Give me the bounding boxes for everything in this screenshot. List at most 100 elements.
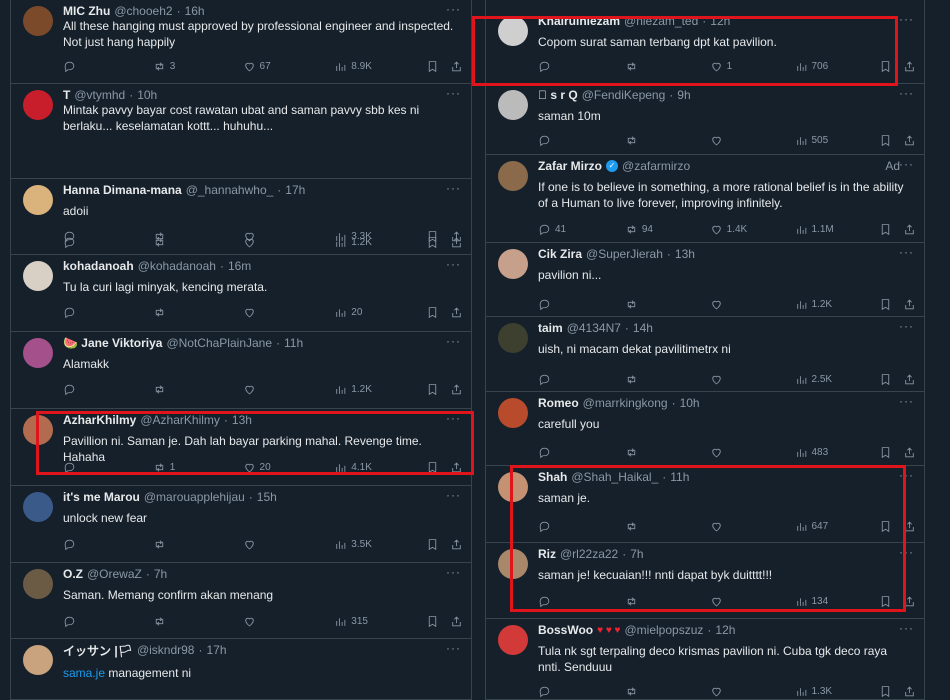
timestamp[interactable]: 13h: [232, 413, 252, 427]
avatar[interactable]: [498, 625, 528, 655]
tweet-right-3[interactable]: Cik Zira @SuperJierah · 13h ··· pavilion ni..…: [486, 243, 924, 317]
avatar[interactable]: [498, 398, 528, 428]
timestamp[interactable]: 10h: [137, 88, 157, 102]
more-options-button[interactable]: ···: [899, 86, 914, 100]
author-name[interactable]: AzharKhilmy: [63, 413, 136, 427]
more-options-button[interactable]: ···: [899, 468, 914, 482]
retweet-button[interactable]: [625, 685, 710, 698]
views-button[interactable]: 20: [334, 306, 426, 319]
reply-button[interactable]: [538, 298, 625, 311]
bookmark-button[interactable]: [426, 538, 450, 551]
author-name[interactable]: Shah: [538, 470, 567, 484]
author-handle[interactable]: @vtymhd: [74, 88, 125, 102]
more-options-button[interactable]: ···: [446, 257, 461, 271]
author-name[interactable]: kohadanoah: [63, 259, 134, 273]
like-button[interactable]: [243, 615, 335, 628]
author-name[interactable]: Zafar Mirzo: [538, 159, 602, 173]
retweet-button[interactable]: [625, 520, 710, 533]
author-name[interactable]: O.Z: [63, 567, 83, 581]
avatar[interactable]: [23, 492, 53, 522]
bookmark-button[interactable]: [879, 134, 903, 147]
share-button[interactable]: [903, 520, 916, 533]
author-handle[interactable]: @rl22za22: [560, 547, 618, 561]
tweet-right-0[interactable]: Khairulniezam @niezam_ted · 12h ··· Copom sur…: [486, 10, 924, 84]
reply-button[interactable]: [63, 383, 153, 396]
tweet-left-0[interactable]: MIC Zhu @chooeh2 · 16h ··· All these hanging …: [11, 0, 471, 84]
views-button[interactable]: 706: [795, 60, 880, 73]
reply-button[interactable]: [538, 446, 625, 459]
tweet-right-1[interactable]:  s r Q @FendiKepeng· 9h ··· saman 10m 505: [486, 84, 924, 155]
author-name[interactable]: Hanna Dimana-mana: [63, 183, 182, 197]
author-name[interactable]: イッサン |🏳: [63, 642, 133, 659]
reply-button[interactable]: [538, 134, 625, 147]
share-button[interactable]: [450, 461, 463, 474]
views-button[interactable]: 134: [795, 595, 880, 608]
timestamp[interactable]: 17h: [285, 183, 305, 197]
views-button[interactable]: 315: [334, 615, 426, 628]
avatar[interactable]: [498, 549, 528, 579]
reply-button[interactable]: 41: [538, 223, 625, 236]
retweet-button[interactable]: [625, 373, 710, 386]
author-name[interactable]: 🍉 Jane Viktoriya: [63, 336, 162, 350]
like-button[interactable]: 1: [710, 60, 795, 73]
like-button[interactable]: [710, 685, 795, 698]
bookmark-button[interactable]: [426, 383, 450, 396]
more-options-button[interactable]: ···: [446, 488, 461, 502]
more-options-button[interactable]: ···: [446, 411, 461, 425]
reply-button[interactable]: [63, 230, 153, 243]
timestamp[interactable]: 13h: [675, 247, 695, 261]
more-options-button[interactable]: ···: [899, 245, 914, 259]
author-handle[interactable]: @marouapplehijau: [144, 490, 245, 504]
like-button[interactable]: [243, 230, 335, 243]
author-handle[interactable]: @AzharKhilmy: [140, 413, 220, 427]
avatar[interactable]: [23, 569, 53, 599]
avatar[interactable]: [23, 645, 53, 675]
tweet-right-5[interactable]: Romeo @marrkingkong · 10h ··· carefull you 483: [486, 392, 924, 466]
tweet-left-6[interactable]: it's me Marou @marouapplehijau · 15h ··· unlo…: [11, 486, 471, 563]
tweet-left-5[interactable]: AzharKhilmy @AzharKhilmy · 13h ··· Pavillion …: [11, 409, 471, 486]
more-options-button[interactable]: ···: [899, 394, 914, 408]
bookmark-button[interactable]: [426, 461, 450, 474]
like-button[interactable]: 1.4K: [710, 223, 795, 236]
timestamp[interactable]: 16h: [185, 4, 205, 18]
like-button[interactable]: 67: [243, 60, 335, 73]
timestamp[interactable]: 7h: [154, 567, 167, 581]
like-button[interactable]: [710, 595, 795, 608]
views-button[interactable]: 483: [795, 446, 880, 459]
author-name[interactable]: Khairulniezam: [538, 14, 620, 28]
like-button[interactable]: [243, 538, 335, 551]
avatar[interactable]: [498, 249, 528, 279]
avatar[interactable]: [498, 161, 528, 191]
author-handle[interactable]: @OrewaZ: [87, 567, 142, 581]
more-options-button[interactable]: ···: [446, 86, 461, 100]
timestamp[interactable]: 11h: [670, 470, 689, 484]
share-button[interactable]: [903, 595, 916, 608]
author-name[interactable]: T: [63, 88, 70, 102]
retweet-button[interactable]: 94: [625, 223, 710, 236]
like-button[interactable]: [243, 306, 335, 319]
more-options-button[interactable]: ···: [446, 334, 461, 348]
bookmark-button[interactable]: [879, 685, 903, 698]
views-button[interactable]: 505: [795, 134, 880, 147]
author-handle[interactable]: @Shah_Haikal_: [571, 470, 658, 484]
views-button[interactable]: 1.3K: [795, 685, 880, 698]
tweet-left-8[interactable]: イッサン |🏳 @iskndr98 · 17h ··· sama.je managemen…: [11, 639, 471, 700]
share-button[interactable]: [903, 60, 916, 73]
tweet-right-4[interactable]: taim @4134N7 · 14h ··· uish, ni macam dekat p…: [486, 317, 924, 392]
bookmark-button[interactable]: [426, 615, 450, 628]
views-button[interactable]: 4.1K: [334, 461, 426, 474]
tweet-left-4[interactable]: 🍉 Jane Viktoriya @NotChaPlainJane · 11h ··· A…: [11, 332, 471, 409]
timestamp[interactable]: 17h: [206, 643, 226, 657]
retweet-button[interactable]: 3: [153, 60, 243, 73]
tweet-left-7[interactable]: O.Z @OrewaZ · 7h ··· Saman. Memang confirm ak…: [11, 563, 471, 639]
avatar[interactable]: [23, 415, 53, 445]
views-button[interactable]: 2.5K: [795, 373, 880, 386]
bookmark-button[interactable]: [879, 595, 903, 608]
more-options-button[interactable]: ···: [446, 641, 461, 655]
views-button[interactable]: 3.5K: [334, 538, 426, 551]
like-button[interactable]: 20: [243, 461, 335, 474]
views-button[interactable]: 3.3K: [334, 230, 426, 243]
avatar[interactable]: [498, 472, 528, 502]
share-button[interactable]: [450, 230, 463, 243]
share-button[interactable]: [450, 306, 463, 319]
